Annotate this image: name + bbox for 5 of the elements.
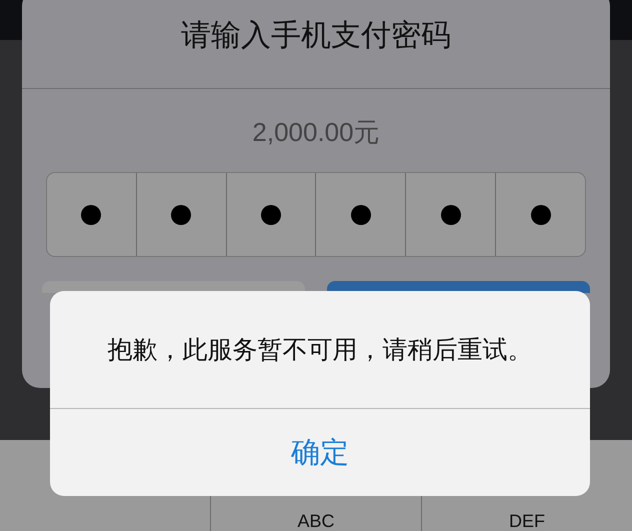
alert-message: 抱歉，此服务暂不可用，请稍后重试。 [108,334,532,366]
ok-button[interactable]: 确定 [250,409,390,496]
amount-text: 2,000.00元 [252,116,380,149]
dialog-title: 请输入手机支付密码 [181,17,451,55]
password-field[interactable] [46,172,586,257]
